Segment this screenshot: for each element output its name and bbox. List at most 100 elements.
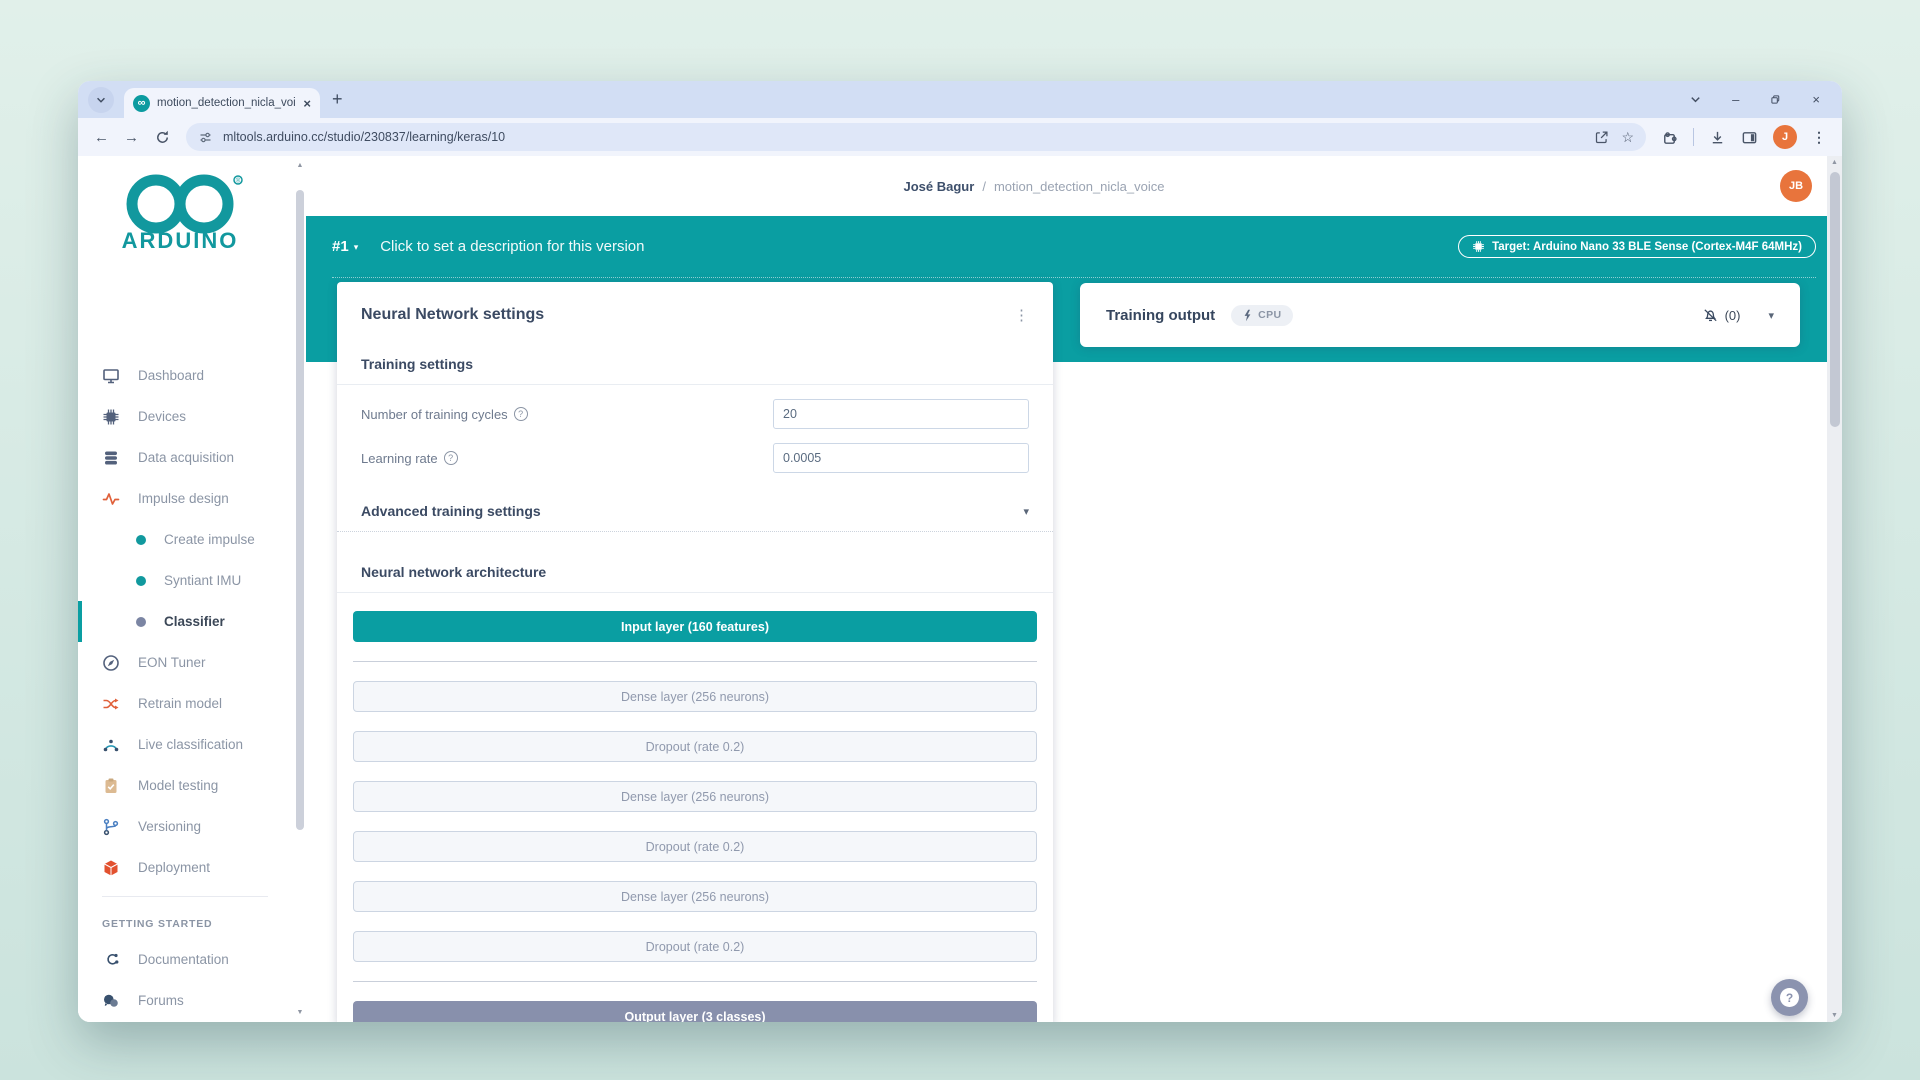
sidebar-item-model-testing[interactable]: Model testing (78, 765, 292, 806)
sidebar-item-label: Create impulse (164, 532, 255, 547)
notifications-indicator[interactable]: (0) (1702, 307, 1741, 324)
scroll-up-icon[interactable]: ▲ (294, 162, 306, 169)
dropout-layer-button[interactable]: Dropout (rate 0.2) (353, 831, 1037, 862)
sidebar-item-label: Data acquisition (138, 450, 234, 465)
dot-icon (136, 617, 146, 627)
sidebar-item-label: Forums (138, 993, 184, 1008)
browser-toolbar: ← → mltools.arduino.cc/studio/230837/lea… (78, 118, 1842, 156)
chevron-down-icon (95, 94, 107, 106)
window-menu-chevron-icon[interactable] (1689, 93, 1702, 106)
scroll-down-icon[interactable]: ▼ (1827, 1012, 1842, 1019)
scrollbar-thumb[interactable] (296, 190, 304, 830)
divider (337, 384, 1053, 385)
breadcrumb-user[interactable]: José Bagur (904, 179, 975, 194)
tab-search-button[interactable] (88, 87, 114, 113)
advanced-settings-toggle[interactable]: Advanced training settings ▾ (361, 503, 1029, 519)
training-cycles-input[interactable] (773, 399, 1029, 429)
sidebar-item-label: Deployment (138, 860, 210, 875)
bookmark-star-icon[interactable]: ☆ (1621, 129, 1634, 146)
back-icon[interactable]: ← (94, 129, 109, 146)
layer-divider (353, 661, 1037, 662)
tab-close-icon[interactable]: × (303, 96, 311, 111)
dense-layer-button[interactable]: Dense layer (256 neurons) (353, 781, 1037, 812)
sidebar-item-label: Retrain model (138, 696, 222, 711)
close-window-button[interactable]: × (1812, 92, 1820, 107)
dense-layer-button[interactable]: Dense layer (256 neurons) (353, 881, 1037, 912)
scroll-up-icon[interactable]: ▲ (1827, 159, 1842, 166)
sidebar-item-versioning[interactable]: Versioning (78, 806, 292, 847)
dropout-layer-button[interactable]: Dropout (rate 0.2) (353, 731, 1037, 762)
extensions-icon[interactable] (1661, 129, 1678, 146)
browser-profile-avatar[interactable]: J (1773, 125, 1797, 149)
compass-icon (102, 654, 120, 672)
new-tab-button[interactable]: + (332, 89, 343, 110)
input-layer-button[interactable]: Input layer (160 features) (353, 611, 1037, 642)
user-avatar[interactable]: JB (1780, 170, 1812, 202)
site-settings-icon[interactable] (198, 130, 213, 145)
reload-icon[interactable] (154, 129, 171, 146)
sidebar-item-label: Classifier (164, 614, 225, 629)
version-number[interactable]: #1 (332, 238, 349, 255)
minimize-button[interactable]: – (1732, 92, 1739, 107)
sidebar-item-data-acquisition[interactable]: Data acquisition (78, 437, 292, 478)
dotted-divider (337, 531, 1053, 532)
url-text[interactable]: mltools.arduino.cc/studio/230837/learnin… (223, 130, 1584, 144)
sidebar-item-label: Versioning (138, 819, 201, 834)
dropout-layer-button[interactable]: Dropout (rate 0.2) (353, 931, 1037, 962)
sidebar-item-eon-tuner[interactable]: EON Tuner (78, 642, 292, 683)
monitor-icon (102, 367, 120, 385)
version-description[interactable]: Click to set a description for this vers… (380, 238, 644, 255)
sidebar-item-create-impulse[interactable]: Create impulse (78, 519, 292, 560)
sidebar-item-live-classification[interactable]: Live classification (78, 724, 292, 765)
sidebar-item-deployment[interactable]: Deployment (78, 847, 292, 888)
dense-layer-button[interactable]: Dense layer (256 neurons) (353, 681, 1037, 712)
sidebar-item-label: Syntiant IMU (164, 573, 241, 588)
database-icon (102, 449, 120, 467)
divider (337, 592, 1053, 593)
field-label: Learning rate ? (361, 451, 773, 466)
sidebar-item-forums[interactable]: Forums (78, 980, 292, 1021)
help-circle-icon[interactable]: ? (444, 451, 458, 465)
share-icon[interactable] (1594, 130, 1609, 145)
tab-strip: ∞ motion_detection_nicla_voice - ( × + –… (78, 81, 1842, 118)
toolbar-divider (1693, 128, 1694, 146)
sidebar-item-impulse-design[interactable]: Impulse design (78, 478, 292, 519)
help-circle-icon[interactable]: ? (514, 407, 528, 421)
sidebar-divider (102, 896, 268, 897)
browser-menu-icon[interactable]: ⋮ (1812, 129, 1826, 146)
shuffle-icon (102, 695, 120, 713)
scroll-down-icon[interactable]: ▼ (294, 1009, 306, 1016)
question-icon: ? (1780, 988, 1799, 1007)
target-badge[interactable]: Target: Arduino Nano 33 BLE Sense (Corte… (1458, 235, 1816, 258)
collapse-caret-icon[interactable]: ▾ (1768, 309, 1774, 322)
version-caret-icon[interactable]: ▾ (354, 242, 359, 253)
sidebar-section-header: GETTING STARTED (78, 905, 292, 939)
help-button[interactable]: ? (1771, 979, 1808, 1016)
sidebar-scrollbar[interactable]: ▲ ▼ (294, 162, 306, 1016)
cpu-badge: CPU (1231, 305, 1292, 326)
browser-tab[interactable]: ∞ motion_detection_nicla_voice - ( × (124, 88, 320, 118)
sidebar: ® ARDUINO Dashboard Devices Data acquisi… (78, 156, 306, 1022)
address-bar[interactable]: mltools.arduino.cc/studio/230837/learnin… (186, 123, 1646, 151)
restore-window-button[interactable] (1769, 93, 1782, 106)
download-icon[interactable] (1709, 129, 1726, 146)
sidebar-item-documentation[interactable]: Documentation (78, 939, 292, 980)
side-panel-icon[interactable] (1741, 129, 1758, 146)
page-scrollbar[interactable]: ▲ ▼ (1827, 156, 1842, 1022)
field-row: Number of training cycles ? (361, 399, 1029, 429)
field-row: Learning rate ? (361, 443, 1029, 473)
sidebar-item-dashboard[interactable]: Dashboard (78, 355, 292, 396)
breadcrumb-project[interactable]: motion_detection_nicla_voice (994, 179, 1165, 194)
sidebar-item-retrain-model[interactable]: Retrain model (78, 683, 292, 724)
waveform-icon (102, 490, 120, 508)
sidebar-item-syntiant-imu[interactable]: Syntiant IMU (78, 560, 292, 601)
learning-rate-input[interactable] (773, 443, 1029, 473)
forward-icon[interactable]: → (124, 129, 139, 146)
sidebar-item-devices[interactable]: Devices (78, 396, 292, 437)
clipboard-icon (102, 777, 120, 795)
output-layer-button[interactable]: Output layer (3 classes) (353, 1001, 1037, 1022)
sidebar-item-classifier[interactable]: Classifier (78, 601, 292, 642)
card-menu-icon[interactable]: ⋮ (1014, 306, 1029, 324)
scrollbar-thumb[interactable] (1830, 172, 1840, 427)
architecture-heading: Neural network architecture (361, 564, 1029, 580)
